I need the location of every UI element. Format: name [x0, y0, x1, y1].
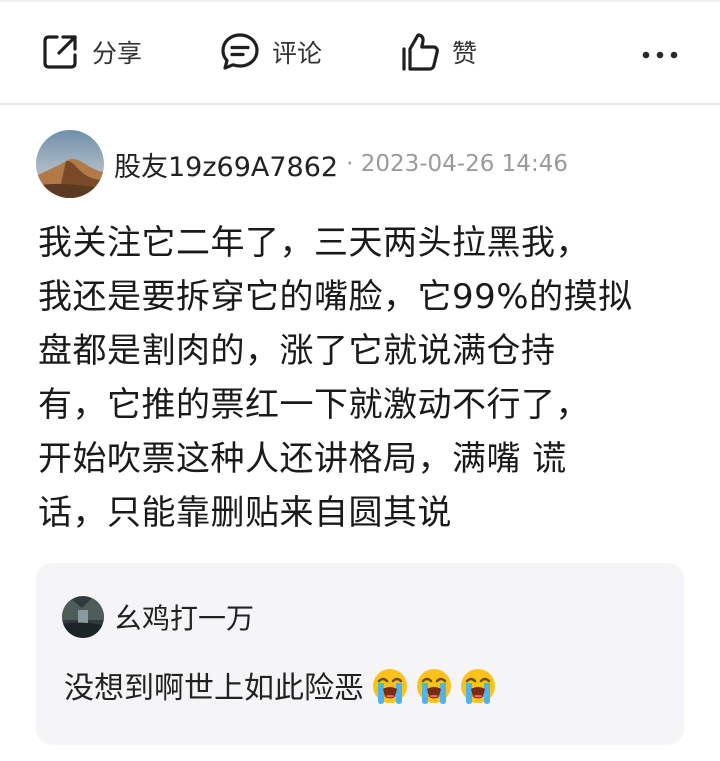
comment-bubble-icon [218, 30, 262, 74]
reply-card[interactable]: 幺鸡打一万 没想到啊世上如此险恶 [36, 563, 684, 745]
more-button[interactable] [638, 36, 682, 70]
post-username[interactable]: 股友19z69A7862 [114, 145, 338, 184]
reply-content: 没想到啊世上如此险恶 [64, 663, 498, 707]
post-timestamp: · 2023-04-26 14:46 [346, 151, 568, 177]
like-button[interactable]: 赞 [398, 30, 477, 74]
comment-label: 评论 [272, 39, 323, 68]
post-content: 我关注它二年了，三天两头拉黑我， 我还是要拆穿它的嘴脸，它99%的摸拟 盘都是割… [38, 223, 633, 533]
comment-button[interactable]: 评论 [218, 30, 322, 74]
reply-text: 没想到啊世上如此险恶 [64, 671, 364, 706]
action-bar-divider [0, 103, 720, 105]
post-header: 股友19z69A7862 · 2023-04-26 14:46 [36, 130, 568, 198]
user-avatar[interactable] [36, 130, 104, 198]
loudly-crying-face-emoji [461, 669, 495, 704]
action-bar: 分享 评论 赞 [0, 0, 720, 104]
share-external-icon [38, 30, 82, 74]
like-label: 赞 [452, 39, 478, 68]
share-button[interactable]: 分享 [38, 30, 142, 74]
reply-header: 幺鸡打一万 [62, 595, 254, 639]
thumbs-up-icon [398, 30, 442, 74]
loudly-crying-face-emoji [417, 669, 451, 704]
loudly-crying-face-emoji [373, 669, 407, 704]
more-horizontal-icon [642, 44, 678, 63]
reply-username[interactable]: 幺鸡打一万 [114, 597, 254, 637]
share-label: 分享 [92, 39, 143, 68]
reply-avatar[interactable] [62, 596, 104, 638]
